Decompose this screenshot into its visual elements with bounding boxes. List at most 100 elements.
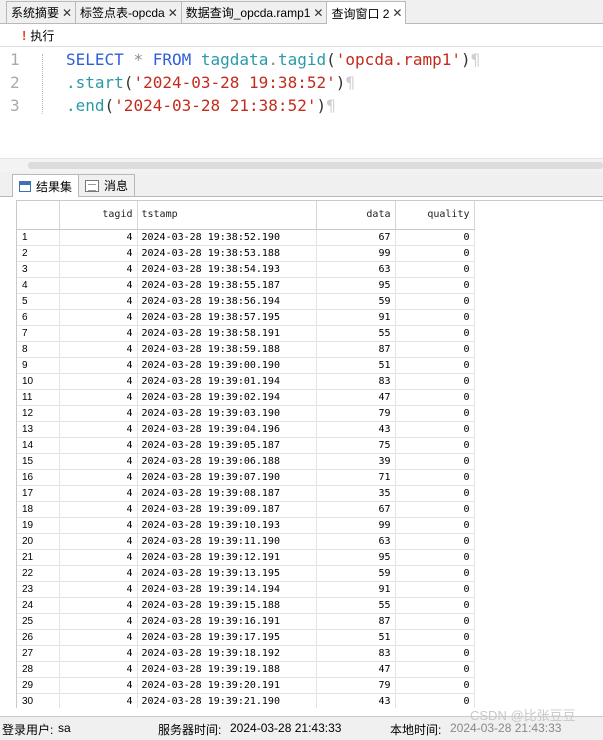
- table-row[interactable]: 7 4 2024-03-28 19:38:58.191 55 0: [17, 325, 475, 342]
- cell-data[interactable]: 87: [316, 341, 396, 358]
- cell-tagid[interactable]: 4: [59, 405, 138, 422]
- table-row[interactable]: 25 4 2024-03-28 19:39:16.191 87 0: [17, 613, 475, 630]
- cell-data[interactable]: 87: [316, 613, 396, 630]
- cell-data[interactable]: 75: [316, 437, 396, 454]
- column-header-tstamp[interactable]: tstamp: [137, 201, 317, 230]
- table-row[interactable]: 6 4 2024-03-28 19:38:57.195 91 0: [17, 309, 475, 326]
- cell-data[interactable]: 43: [316, 421, 396, 438]
- cell-tagid[interactable]: 4: [59, 613, 138, 630]
- execute-icon[interactable]: !: [22, 28, 26, 43]
- row-number[interactable]: 23: [17, 581, 60, 598]
- cell-tagid[interactable]: 4: [59, 469, 138, 486]
- cell-tagid[interactable]: 4: [59, 629, 138, 646]
- cell-tagid[interactable]: 4: [59, 341, 138, 358]
- row-number[interactable]: 24: [17, 597, 60, 614]
- row-number[interactable]: 28: [17, 661, 60, 678]
- cell-quality[interactable]: 0: [395, 533, 475, 550]
- table-row[interactable]: 18 4 2024-03-28 19:39:09.187 67 0: [17, 501, 475, 518]
- table-row[interactable]: 29 4 2024-03-28 19:39:20.191 79 0: [17, 677, 475, 694]
- tab-system-summary[interactable]: 系统摘要 ✕: [6, 1, 77, 23]
- cell-tagid[interactable]: 4: [59, 517, 138, 534]
- cell-tstamp[interactable]: 2024-03-28 19:39:04.196: [137, 421, 317, 438]
- table-row[interactable]: 28 4 2024-03-28 19:39:19.188 47 0: [17, 661, 475, 678]
- cell-tagid[interactable]: 4: [59, 485, 138, 502]
- cell-tagid[interactable]: 4: [59, 325, 138, 342]
- close-icon[interactable]: ✕: [61, 6, 73, 20]
- cell-tagid[interactable]: 4: [59, 645, 138, 662]
- cell-data[interactable]: 63: [316, 533, 396, 550]
- table-row[interactable]: 11 4 2024-03-28 19:39:02.194 47 0: [17, 389, 475, 406]
- close-icon[interactable]: ✕: [391, 6, 403, 20]
- cell-tstamp[interactable]: 2024-03-28 19:39:11.190: [137, 533, 317, 550]
- row-number[interactable]: 1: [17, 229, 60, 246]
- cell-tstamp[interactable]: 2024-03-28 19:38:57.195: [137, 309, 317, 326]
- cell-tstamp[interactable]: 2024-03-28 19:39:03.190: [137, 405, 317, 422]
- row-number[interactable]: 21: [17, 549, 60, 566]
- row-number[interactable]: 6: [17, 309, 60, 326]
- table-row[interactable]: 22 4 2024-03-28 19:39:13.195 59 0: [17, 565, 475, 582]
- cell-quality[interactable]: 0: [395, 325, 475, 342]
- cell-quality[interactable]: 0: [395, 453, 475, 470]
- cell-tstamp[interactable]: 2024-03-28 19:38:54.193: [137, 261, 317, 278]
- row-number[interactable]: 14: [17, 437, 60, 454]
- row-number[interactable]: 30: [17, 693, 60, 708]
- cell-tagid[interactable]: 4: [59, 581, 138, 598]
- cell-tagid[interactable]: 4: [59, 421, 138, 438]
- table-row[interactable]: 30 4 2024-03-28 19:39:21.190 43 0: [17, 693, 475, 708]
- cell-data[interactable]: 79: [316, 677, 396, 694]
- cell-tstamp[interactable]: 2024-03-28 19:39:21.190: [137, 693, 317, 708]
- cell-quality[interactable]: 0: [395, 357, 475, 374]
- cell-quality[interactable]: 0: [395, 517, 475, 534]
- cell-tstamp[interactable]: 2024-03-28 19:38:59.188: [137, 341, 317, 358]
- cell-quality[interactable]: 0: [395, 229, 475, 246]
- cell-tagid[interactable]: 4: [59, 357, 138, 374]
- cell-data[interactable]: 59: [316, 565, 396, 582]
- cell-tstamp[interactable]: 2024-03-28 19:38:56.194: [137, 293, 317, 310]
- column-header-data[interactable]: data: [316, 201, 396, 230]
- row-number[interactable]: 27: [17, 645, 60, 662]
- row-number[interactable]: 16: [17, 469, 60, 486]
- cell-tstamp[interactable]: 2024-03-28 19:38:53.188: [137, 245, 317, 262]
- cell-quality[interactable]: 0: [395, 693, 475, 708]
- cell-data[interactable]: 83: [316, 373, 396, 390]
- cell-data[interactable]: 51: [316, 629, 396, 646]
- table-row[interactable]: 15 4 2024-03-28 19:39:06.188 39 0: [17, 453, 475, 470]
- cell-data[interactable]: 63: [316, 261, 396, 278]
- row-number-header[interactable]: [17, 201, 60, 230]
- cell-tstamp[interactable]: 2024-03-28 19:39:08.187: [137, 485, 317, 502]
- row-number[interactable]: 15: [17, 453, 60, 470]
- cell-data[interactable]: 47: [316, 389, 396, 406]
- row-number[interactable]: 4: [17, 277, 60, 294]
- table-row[interactable]: 9 4 2024-03-28 19:39:00.190 51 0: [17, 357, 475, 374]
- cell-tstamp[interactable]: 2024-03-28 19:39:20.191: [137, 677, 317, 694]
- table-row[interactable]: 14 4 2024-03-28 19:39:05.187 75 0: [17, 437, 475, 454]
- close-icon[interactable]: ✕: [167, 6, 179, 20]
- cell-data[interactable]: 79: [316, 405, 396, 422]
- table-row[interactable]: 1 4 2024-03-28 19:38:52.190 67 0: [17, 229, 475, 246]
- cell-quality[interactable]: 0: [395, 373, 475, 390]
- cell-tstamp[interactable]: 2024-03-28 19:39:05.187: [137, 437, 317, 454]
- cell-tagid[interactable]: 4: [59, 293, 138, 310]
- tab-data-query[interactable]: 数据查询_opcda.ramp1 ✕: [180, 1, 328, 23]
- cell-quality[interactable]: 0: [395, 677, 475, 694]
- cell-quality[interactable]: 0: [395, 613, 475, 630]
- row-number[interactable]: 26: [17, 629, 60, 646]
- cell-tagid[interactable]: 4: [59, 549, 138, 566]
- cell-tstamp[interactable]: 2024-03-28 19:39:01.194: [137, 373, 317, 390]
- table-row[interactable]: 26 4 2024-03-28 19:39:17.195 51 0: [17, 629, 475, 646]
- cell-tstamp[interactable]: 2024-03-28 19:39:09.187: [137, 501, 317, 518]
- tab-result-set[interactable]: 结果集: [12, 174, 80, 197]
- cell-quality[interactable]: 0: [395, 661, 475, 678]
- row-number[interactable]: 11: [17, 389, 60, 406]
- row-number[interactable]: 20: [17, 533, 60, 550]
- row-number[interactable]: 5: [17, 293, 60, 310]
- column-header-quality[interactable]: quality: [395, 201, 475, 230]
- row-number[interactable]: 12: [17, 405, 60, 422]
- cell-tagid[interactable]: 4: [59, 693, 138, 708]
- cell-data[interactable]: 99: [316, 245, 396, 262]
- cell-data[interactable]: 55: [316, 325, 396, 342]
- table-row[interactable]: 3 4 2024-03-28 19:38:54.193 63 0: [17, 261, 475, 278]
- table-row[interactable]: 16 4 2024-03-28 19:39:07.190 71 0: [17, 469, 475, 486]
- cell-tagid[interactable]: 4: [59, 501, 138, 518]
- cell-tstamp[interactable]: 2024-03-28 19:39:12.191: [137, 549, 317, 566]
